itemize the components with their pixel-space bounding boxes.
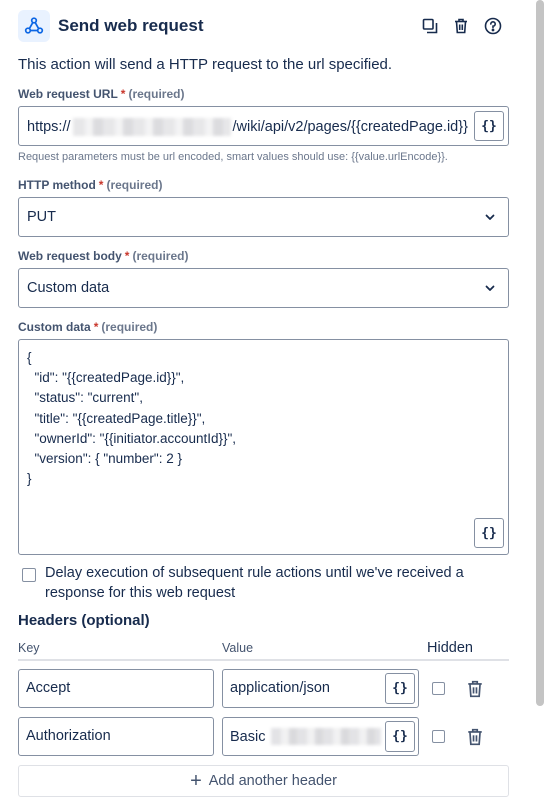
header-key-value: Accept [26,680,71,696]
trash-icon[interactable] [467,728,483,746]
smart-value-button[interactable]: {} [385,721,415,752]
custom-data-textarea[interactable]: { "id": "{{createdPage.id}}", "status": … [18,339,509,555]
custom-data-label: Custom data * (required) [18,320,157,334]
body-label-text: Web request body [18,249,122,263]
webhook-icon [18,9,50,42]
method-select[interactable]: PUT [18,197,509,237]
url-prefix: https:// [27,119,71,135]
body-select[interactable]: Custom data [18,268,509,308]
smart-value-button[interactable]: {} [385,673,415,704]
url-suffix: /wiki/api/v2/pages/{{createdPage.id}} [232,119,468,135]
redacted-host [72,118,231,136]
copy-icon[interactable] [419,15,441,37]
required-text: (required) [101,320,158,334]
required-mark: * [124,249,130,263]
required-mark: * [120,87,126,101]
header-col-value: Value [222,641,254,655]
header-key-input[interactable]: Accept [18,669,214,708]
add-header-button[interactable]: + Add another header [18,765,509,797]
url-value: https:// /wiki/api/v2/pages/{{createdPage… [27,118,468,136]
delay-option: Delay execution of subsequent rule actio… [22,563,505,603]
header-value-text: Basic [230,728,382,745]
hidden-checkbox[interactable] [432,682,445,695]
header-value-input[interactable]: Basic {} [222,717,419,756]
chevron-down-icon [485,285,495,291]
header-value-text: application/json [230,680,330,696]
required-text: (required) [106,178,163,192]
custom-data-label-text: Custom data [18,320,91,334]
page-title: Send web request [58,15,204,35]
header: Send web request [18,9,513,42]
required-mark: * [98,178,104,192]
required-text: (required) [132,249,189,263]
header-col-key: Key [18,641,40,655]
scrollbar[interactable] [536,0,544,706]
divider [18,659,509,661]
trash-icon[interactable] [467,680,483,698]
action-description: This action will send a HTTP request to … [18,56,393,73]
body-value: Custom data [27,280,110,296]
add-header-label: Add another header [208,773,337,789]
delay-checkbox[interactable] [22,568,36,582]
headers-title: Headers (optional) [18,612,150,629]
body-label: Web request body * (required) [18,249,188,263]
delay-label: Delay execution of subsequent rule actio… [45,565,464,601]
header-key-value: Authorization [26,728,111,744]
url-input[interactable]: https:// /wiki/api/v2/pages/{{createdPage… [18,106,509,146]
plus-icon: + [190,770,202,792]
header-value-prefix: Basic [230,728,266,745]
chevron-down-icon [485,214,495,220]
required-text: (required) [128,87,185,101]
smart-value-button[interactable]: {} [474,111,504,141]
delete-action-icon[interactable] [450,15,472,37]
url-help-text: Request parameters must be url encoded, … [18,151,448,163]
smart-value-button[interactable]: {} [474,518,504,548]
header-col-hidden: Hidden [427,640,473,656]
help-icon[interactable] [482,15,504,37]
url-label-text: Web request URL [18,87,118,101]
method-label-text: HTTP method [18,178,96,192]
header-key-input[interactable]: Authorization [18,717,214,756]
url-label: Web request URL * (required) [18,87,184,101]
method-value: PUT [27,209,56,225]
required-mark: * [93,320,99,334]
custom-data-value: { "id": "{{createdPage.id}}", "status": … [27,350,237,487]
header-value-input[interactable]: application/json {} [222,669,419,708]
redacted-credential [271,728,382,745]
method-label: HTTP method * (required) [18,178,162,192]
hidden-checkbox[interactable] [432,730,445,743]
